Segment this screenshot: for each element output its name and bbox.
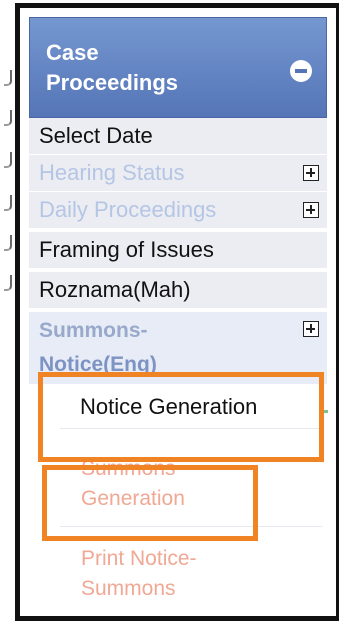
menu-item-label: Hearing Status <box>39 160 185 185</box>
menu-item-select-date[interactable]: Select Date <box>29 118 327 155</box>
cropped-text-fragment <box>0 235 12 251</box>
submenu-label: Summons <box>81 457 176 480</box>
expand-plus-icon[interactable] <box>303 321 319 337</box>
divider <box>60 526 322 527</box>
expand-plus-icon[interactable] <box>303 202 319 218</box>
menu-item-label: Roznama(Mah) <box>39 277 191 302</box>
submenu-notice-generation[interactable]: Notice Generation <box>80 392 257 422</box>
menu-item-label: Summons- <box>39 319 148 342</box>
submenu-summons-generation[interactable]: Summons Generation <box>81 454 185 514</box>
cropped-text-fragment <box>0 195 12 211</box>
divider <box>60 428 322 429</box>
menu-item-label: Framing of Issues <box>39 237 214 262</box>
menu-list: Select Date Hearing Status Daily Proceed… <box>29 118 327 384</box>
panel-title: Case Proceedings <box>46 40 179 95</box>
submenu-label: Print Notice- <box>81 547 197 570</box>
green-indicator-line <box>322 410 328 413</box>
cropped-text-fragment <box>0 152 12 168</box>
menu-item-summons-notice[interactable]: Summons- Notice(Eng) <box>29 312 327 384</box>
menu-item-framing-of-issues[interactable]: Framing of Issues <box>29 232 327 269</box>
menu-item-label: Select Date <box>39 123 153 148</box>
submenu-label: Generation <box>81 487 185 510</box>
menu-item-daily-proceedings[interactable]: Daily Proceedings <box>29 192 327 229</box>
menu-item-label: Notice(Eng) <box>39 353 157 376</box>
menu-item-label: Daily Proceedings <box>39 197 217 222</box>
submenu-print-notice-summons[interactable]: Print Notice- Summons <box>81 544 197 604</box>
case-proceedings-panel: Case Proceedings Select Date Hearing Sta… <box>15 3 339 621</box>
menu-item-roznama[interactable]: Roznama(Mah) <box>29 272 327 309</box>
menu-item-hearing-status[interactable]: Hearing Status <box>29 155 327 192</box>
panel-header[interactable]: Case Proceedings <box>29 17 327 118</box>
cropped-text-fragment <box>0 110 12 126</box>
submenu-label: Summons <box>81 577 176 600</box>
collapse-icon[interactable] <box>290 60 312 82</box>
expand-plus-icon[interactable] <box>303 165 319 181</box>
cropped-text-fragment <box>0 275 12 291</box>
cropped-text-fragment <box>0 70 12 86</box>
